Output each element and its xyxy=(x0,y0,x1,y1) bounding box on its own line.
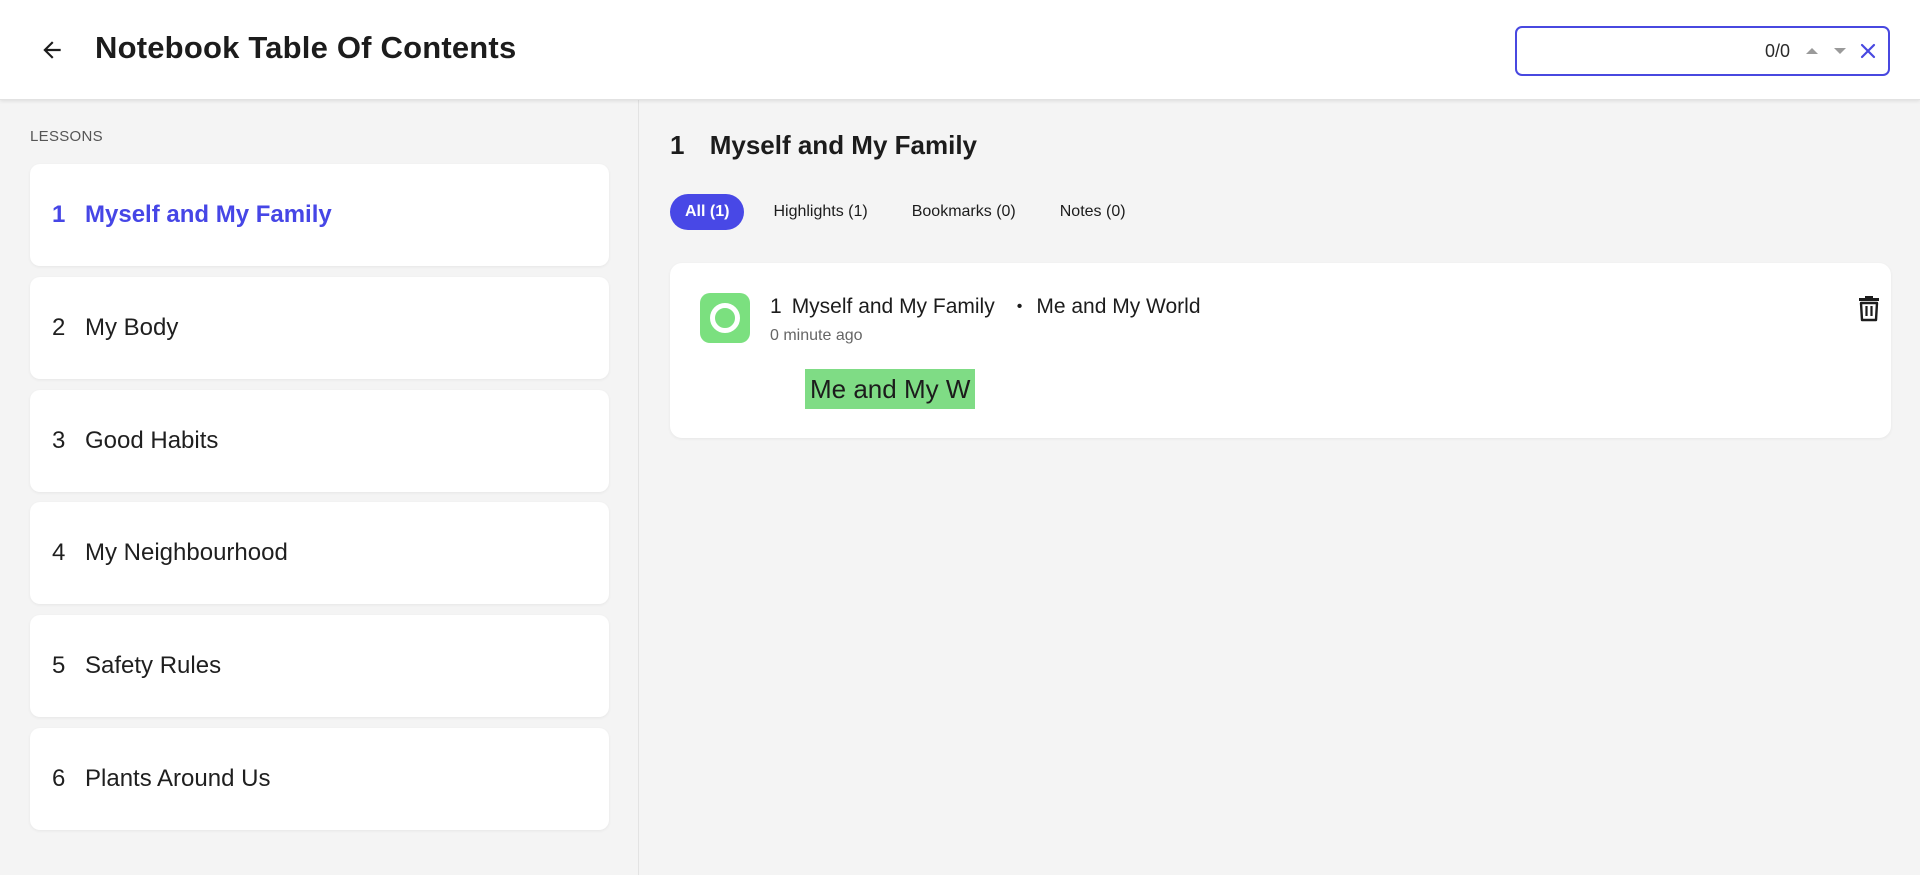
lesson-number: 6 xyxy=(52,765,66,792)
lesson-title: Plants Around Us xyxy=(85,765,271,792)
lesson-title: My Body xyxy=(85,314,179,341)
page-title: Notebook Table Of Contents xyxy=(95,30,517,65)
lessons-sidebar: LESSONS 1 Myself and My Family 2 My Body… xyxy=(0,100,639,875)
highlight-type-icon xyxy=(700,293,750,343)
filter-highlights-button[interactable]: Highlights (1) xyxy=(758,194,882,230)
note-section-title: Me and My World xyxy=(1036,295,1201,318)
lesson-item-1[interactable]: 1 Myself and My Family xyxy=(30,164,609,266)
lesson-title: Safety Rules xyxy=(85,652,222,679)
note-location: 1 Myself and My Family • Me and My World xyxy=(770,295,1201,319)
trash-icon xyxy=(1859,296,1879,322)
back-button[interactable] xyxy=(34,30,70,70)
lesson-item-3[interactable]: 3 Good Habits xyxy=(30,390,609,492)
delete-button[interactable] xyxy=(1854,291,1884,325)
highlight-card[interactable]: 1 Myself and My Family • Me and My World… xyxy=(670,263,1891,438)
search-input[interactable] xyxy=(1517,28,1765,74)
chapter-title: Myself and My Family xyxy=(709,130,978,160)
caret-up-icon xyxy=(1806,48,1818,54)
lesson-number: 4 xyxy=(52,539,66,566)
lesson-item-2[interactable]: 2 My Body xyxy=(30,277,609,379)
note-timestamp: 0 minute ago xyxy=(770,327,863,344)
search-previous-button[interactable] xyxy=(1798,33,1826,69)
lesson-number: 5 xyxy=(52,652,66,679)
chapter-heading: 1 Myself and My Family xyxy=(670,130,977,161)
filter-bookmarks-button[interactable]: Bookmarks (0) xyxy=(897,194,1031,230)
note-chapter-number: 1 xyxy=(770,295,782,318)
separator-dot: • xyxy=(1016,298,1023,315)
search-result-count: 0/0 xyxy=(1764,40,1790,61)
note-chapter-title: Myself and My Family xyxy=(791,295,995,318)
search-box: 0/0 xyxy=(1515,26,1890,76)
chapter-number: 1 xyxy=(670,130,685,160)
lesson-title: Myself and My Family xyxy=(85,201,332,228)
notes-panel: 1 Myself and My Family All (1) Highlight… xyxy=(640,100,1920,875)
filter-notes-button[interactable]: Notes (0) xyxy=(1045,194,1141,230)
lesson-number: 2 xyxy=(52,314,66,341)
highlighted-text[interactable]: Me and My W xyxy=(805,369,976,409)
arrow-left-icon xyxy=(43,41,61,59)
lesson-title: My Neighbourhood xyxy=(85,539,288,566)
search-close-button[interactable] xyxy=(1854,33,1882,69)
lesson-title: Good Habits xyxy=(85,427,219,454)
filter-tabs: All (1) Highlights (1) Bookmarks (0) Not… xyxy=(670,194,1155,230)
lessons-section-label: LESSONS xyxy=(30,128,103,145)
lesson-item-6[interactable]: 6 Plants Around Us xyxy=(30,728,609,830)
top-bar: Notebook Table Of Contents 0/0 xyxy=(0,0,1920,100)
lesson-number: 1 xyxy=(52,201,66,228)
lesson-number: 3 xyxy=(52,427,66,454)
search-next-button[interactable] xyxy=(1826,33,1854,69)
close-icon xyxy=(1860,43,1876,59)
lesson-item-4[interactable]: 4 My Neighbourhood xyxy=(30,502,609,604)
lesson-item-5[interactable]: 5 Safety Rules xyxy=(30,615,609,717)
caret-down-icon xyxy=(1834,48,1846,54)
filter-all-button[interactable]: All (1) xyxy=(670,194,745,230)
